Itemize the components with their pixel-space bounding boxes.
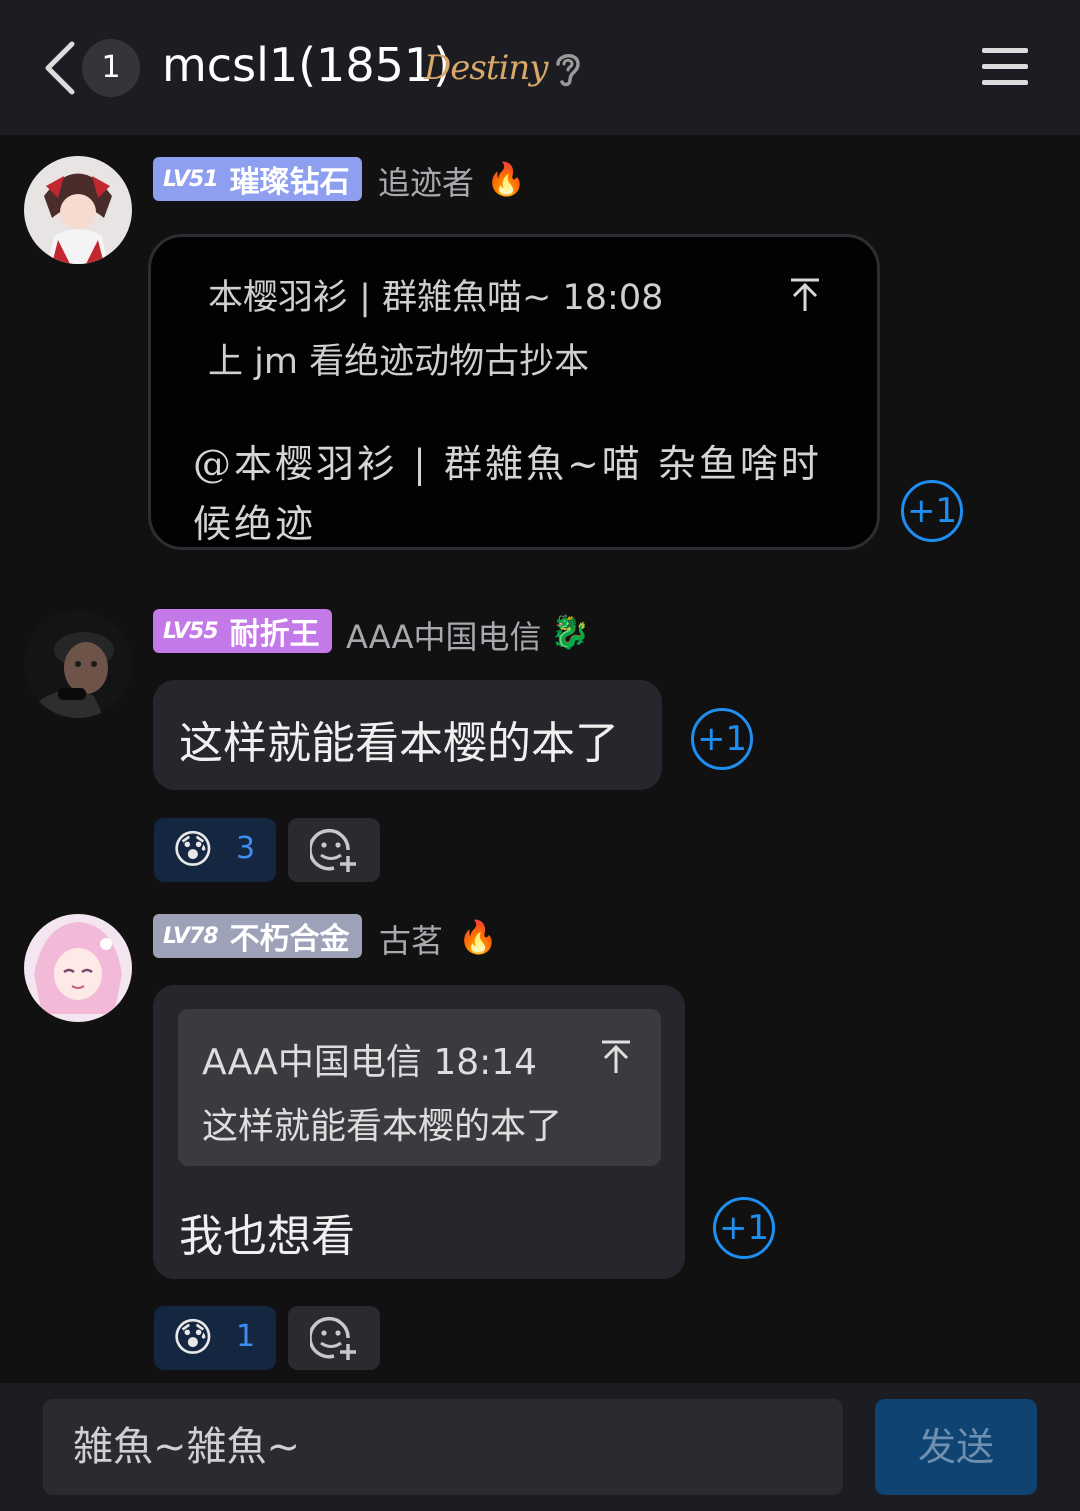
reaction-chip[interactable]: 😰 3	[154, 818, 276, 882]
rank-text: 璀璨钻石	[229, 165, 350, 200]
message-input[interactable]: 雑魚~雑魚~	[43, 1399, 843, 1495]
dragon-icon: 🐉	[550, 613, 590, 651]
add-emoji-icon	[310, 1316, 356, 1360]
quote-header: 本樱羽衫 | 群雑魚喵~ 18:08	[208, 278, 664, 318]
message-bubble[interactable]: 本樱羽衫 | 群雑魚喵~ 18:08 上 jm 看绝迹动物古抄本 @本樱羽衫 |…	[148, 234, 880, 550]
rank-text: 不朽合金	[229, 922, 350, 957]
anxious-face-icon: 😰	[172, 827, 214, 873]
add-reaction-button[interactable]	[288, 818, 380, 882]
fire-icon: 🔥	[458, 918, 498, 956]
quote-header: AAA中国电信 18:14	[202, 1042, 538, 1083]
send-button[interactable]: 发送	[875, 1399, 1037, 1495]
avatar[interactable]	[24, 610, 132, 718]
fire-icon: 🔥	[486, 160, 526, 198]
plus-one-button[interactable]: +1	[901, 480, 963, 542]
reaction-count: 1	[236, 1319, 256, 1354]
unread-count-badge[interactable]: 1	[82, 39, 140, 97]
title-decoration: Destiny	[424, 48, 548, 88]
reaction-chip[interactable]: 😰 1	[154, 1306, 276, 1370]
add-emoji-icon	[310, 828, 356, 872]
message-bubble[interactable]: AAA中国电信 18:14 这样就能看本樱的本了 我也想看	[153, 985, 685, 1279]
level-badge: LV51 璀璨钻石	[153, 157, 362, 201]
level-badge: LV55 耐折王	[153, 609, 332, 653]
level-text: LV78	[163, 923, 219, 949]
rank-text: 耐折王	[229, 617, 320, 652]
message-text-line: 候绝迹	[193, 502, 317, 546]
level-text: LV51	[163, 166, 219, 192]
add-reaction-button[interactable]	[288, 1306, 380, 1370]
message-text: 我也想看	[179, 1211, 355, 1262]
sender-name[interactable]: 追迹者	[378, 158, 474, 204]
jump-to-top-icon[interactable]	[600, 1039, 632, 1075]
level-text: LV55	[163, 618, 219, 644]
avatar[interactable]	[24, 914, 132, 1022]
chevron-left-icon[interactable]	[40, 40, 80, 96]
jump-to-top-icon[interactable]	[789, 277, 821, 313]
avatar[interactable]	[24, 156, 132, 264]
sender-name[interactable]: 古茗	[379, 916, 443, 962]
sender-name[interactable]: AAA中国电信	[346, 612, 541, 658]
top-bar: 1 mcsl1(1851) Destiny	[0, 0, 1080, 135]
quoted-message[interactable]: AAA中国电信 18:14 这样就能看本樱的本了	[178, 1009, 661, 1166]
quote-text: 这样就能看本樱的本了	[202, 1106, 563, 1147]
quote-text: 上 jm 看绝迹动物古抄本	[208, 342, 590, 382]
plus-one-button[interactable]: +1	[713, 1197, 775, 1259]
hamburger-menu-icon[interactable]	[982, 46, 1028, 88]
message-text-line: @本樱羽衫 | 群雑魚~喵 杂鱼啥时	[193, 442, 822, 486]
message-text: 这样就能看本樱的本了	[179, 718, 619, 769]
plus-one-button[interactable]: +1	[691, 708, 753, 770]
anxious-face-icon: 😰	[172, 1315, 214, 1361]
ear-icon[interactable]	[552, 48, 584, 88]
level-badge: LV78 不朽合金	[153, 914, 362, 958]
chat-title: mcsl1(1851)	[162, 38, 452, 92]
reaction-count: 3	[236, 831, 256, 866]
message-bubble[interactable]: 这样就能看本樱的本了	[153, 680, 662, 790]
